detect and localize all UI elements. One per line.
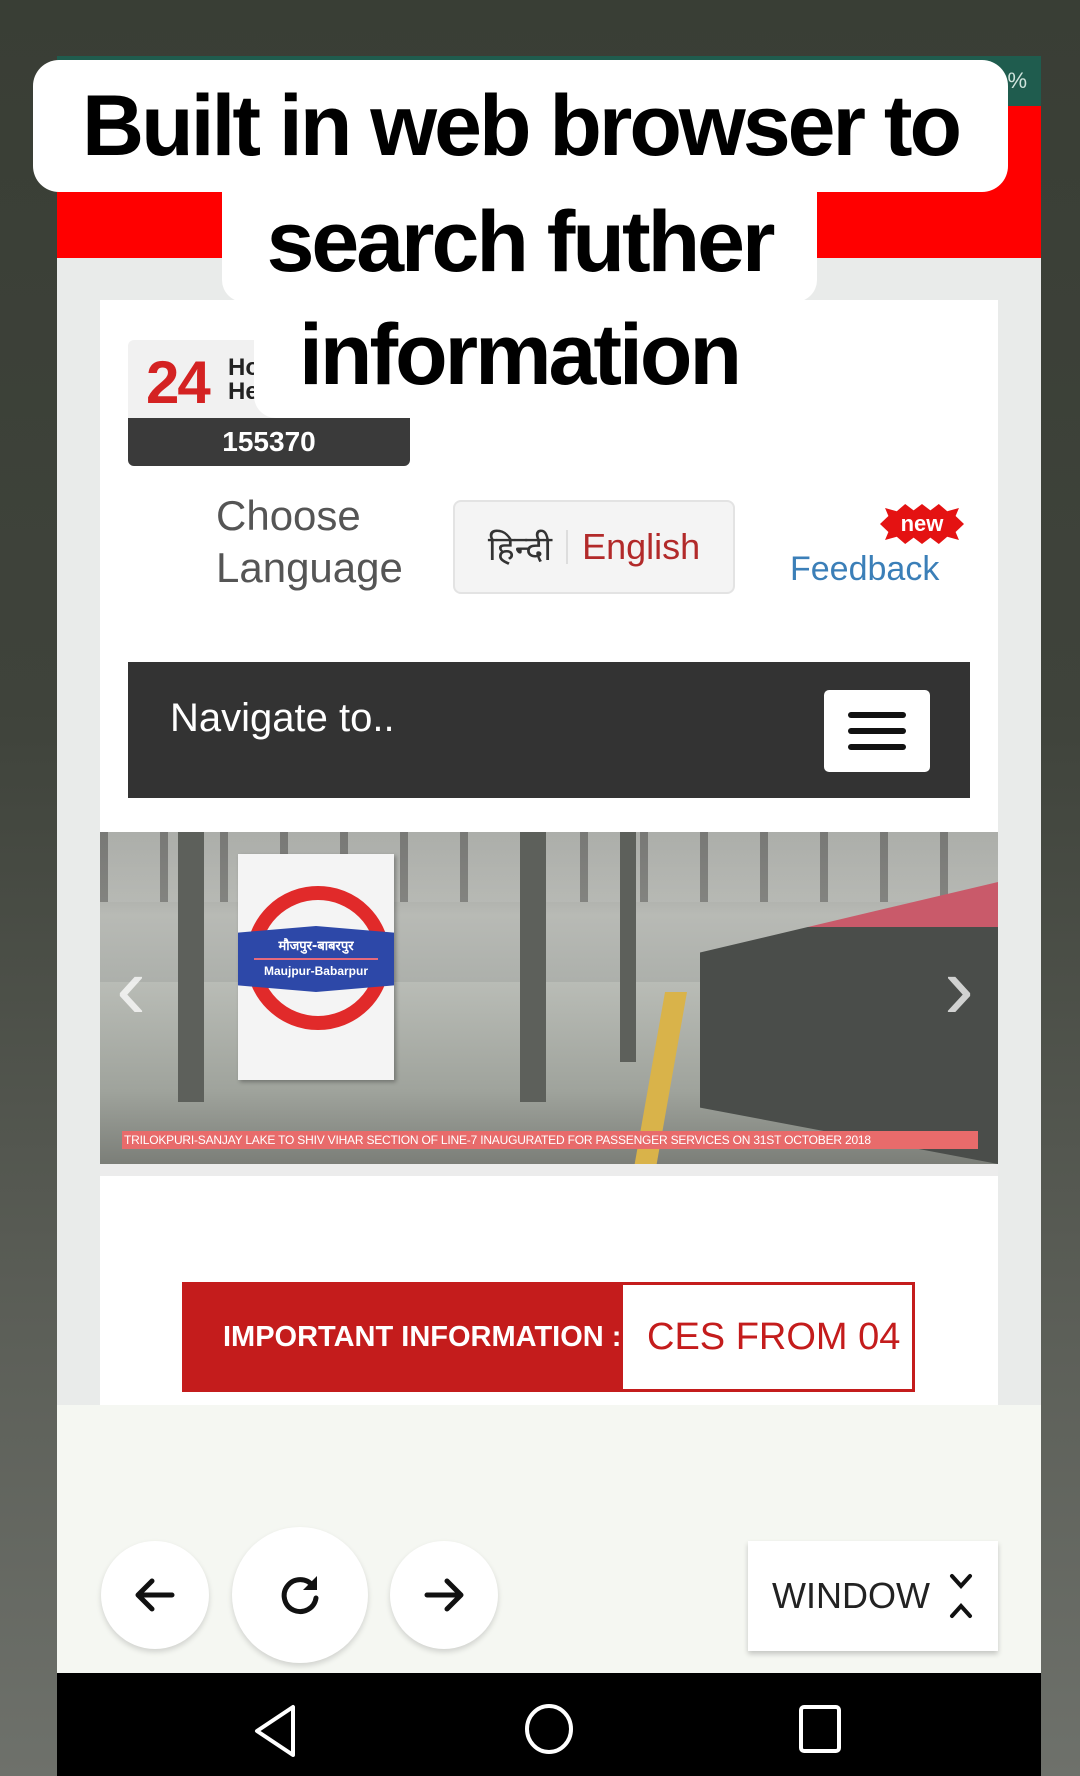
- sign-bar: मौजपुर-बाबरपुर Maujpur-Babarpur: [238, 926, 394, 992]
- reload-button[interactable]: [232, 1527, 368, 1663]
- carousel-prev-icon[interactable]: ‹: [116, 928, 146, 1048]
- system-home-icon[interactable]: [523, 1703, 575, 1755]
- choose-language-label: Choose Language: [216, 492, 403, 591]
- carousel-divider: [100, 1164, 998, 1176]
- station-sign: मौजपुर-बाबरपुर Maujpur-Babarpur: [238, 854, 394, 1080]
- feedback-link[interactable]: Feedback: [790, 550, 939, 589]
- battery-percent: %: [1007, 68, 1027, 93]
- pillar: [178, 832, 204, 1102]
- navigation-bar[interactable]: Navigate to..: [128, 662, 970, 798]
- image-carousel[interactable]: मौजपुर-बाबरपुर Maujpur-Babarpur ‹ › TRIL…: [100, 832, 998, 1164]
- important-information-ticker[interactable]: CES FROM 04: [623, 1285, 912, 1389]
- caption-line-2: search futher: [222, 192, 817, 302]
- window-label: WINDOW: [772, 1575, 930, 1616]
- collapse-expand-icon: [949, 1574, 972, 1618]
- sign-divider: [254, 958, 378, 960]
- language-hindi[interactable]: हिन्दी: [488, 524, 552, 570]
- caption-line-3: information: [299, 307, 742, 403]
- arrow-left-icon: [135, 1578, 175, 1612]
- reload-icon: [281, 1576, 319, 1615]
- language-switcher: हिन्दी English: [453, 500, 735, 594]
- forward-button[interactable]: [390, 1541, 498, 1649]
- back-button[interactable]: [101, 1541, 209, 1649]
- arrow-right-icon: [424, 1578, 464, 1612]
- menu-line: [848, 744, 906, 750]
- important-information-banner[interactable]: IMPORTANT INFORMATION : CES FROM 04: [182, 1282, 915, 1392]
- window-toggle-button[interactable]: WINDOW: [748, 1541, 998, 1651]
- system-back-icon[interactable]: [251, 1703, 301, 1759]
- helpline-number[interactable]: 155370: [128, 418, 410, 466]
- pillar: [520, 832, 546, 1102]
- new-badge: new: [880, 504, 964, 544]
- carousel-next-icon[interactable]: ›: [944, 928, 974, 1048]
- menu-line: [848, 712, 906, 718]
- sign-english: Maujpur-Babarpur: [263, 964, 368, 978]
- sign-hindi: मौजपुर-बाबरपुर: [278, 939, 354, 954]
- navigate-to-label: Navigate to..: [170, 696, 395, 740]
- language-separator: [566, 530, 569, 564]
- webview-page: 24 Ho He 155370 Choose Language हिन्दी E…: [100, 300, 998, 1477]
- caption-line-1: Built in web browser to: [33, 60, 1008, 192]
- helpline-24: 24: [146, 349, 211, 416]
- hamburger-menu-icon[interactable]: [824, 690, 930, 772]
- pillar: [620, 832, 636, 1062]
- language-english[interactable]: English: [582, 526, 700, 568]
- android-navigation-bar: [57, 1673, 1041, 1776]
- system-recents-icon[interactable]: [797, 1703, 845, 1755]
- menu-line: [848, 728, 906, 734]
- important-information-label: IMPORTANT INFORMATION :: [185, 1285, 623, 1389]
- station-roof: [100, 832, 998, 902]
- carousel-caption: TRILOKPURI-SANJAY LAKE TO SHIV VIHAR SEC…: [122, 1131, 978, 1149]
